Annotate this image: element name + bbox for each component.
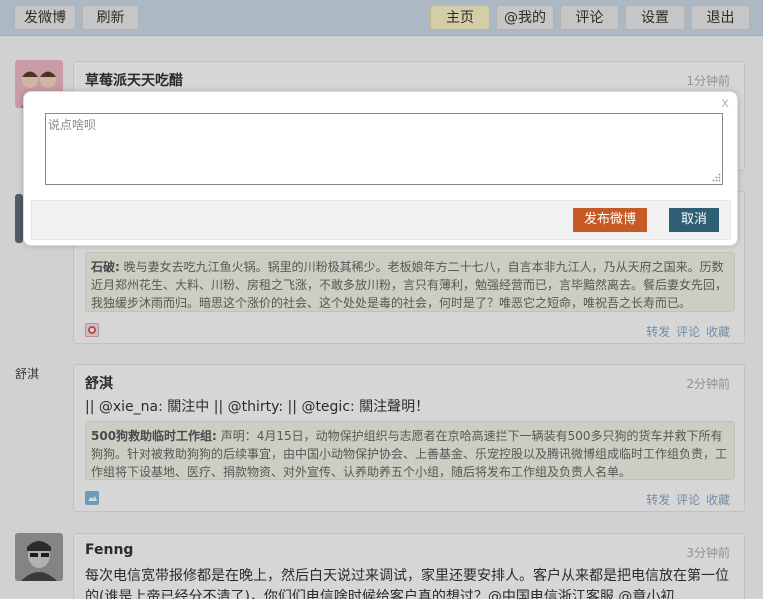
close-icon[interactable]: x [721, 96, 729, 111]
modal-overlay[interactable] [0, 0, 763, 599]
compose-dialog: x 发布微博 取消 [23, 91, 738, 246]
resize-grip-icon[interactable] [712, 173, 721, 182]
publish-button[interactable]: 发布微博 [573, 208, 647, 232]
compose-footer: 发布微博 取消 [31, 200, 731, 240]
cancel-button[interactable]: 取消 [669, 208, 719, 232]
compose-textarea[interactable] [45, 113, 723, 185]
